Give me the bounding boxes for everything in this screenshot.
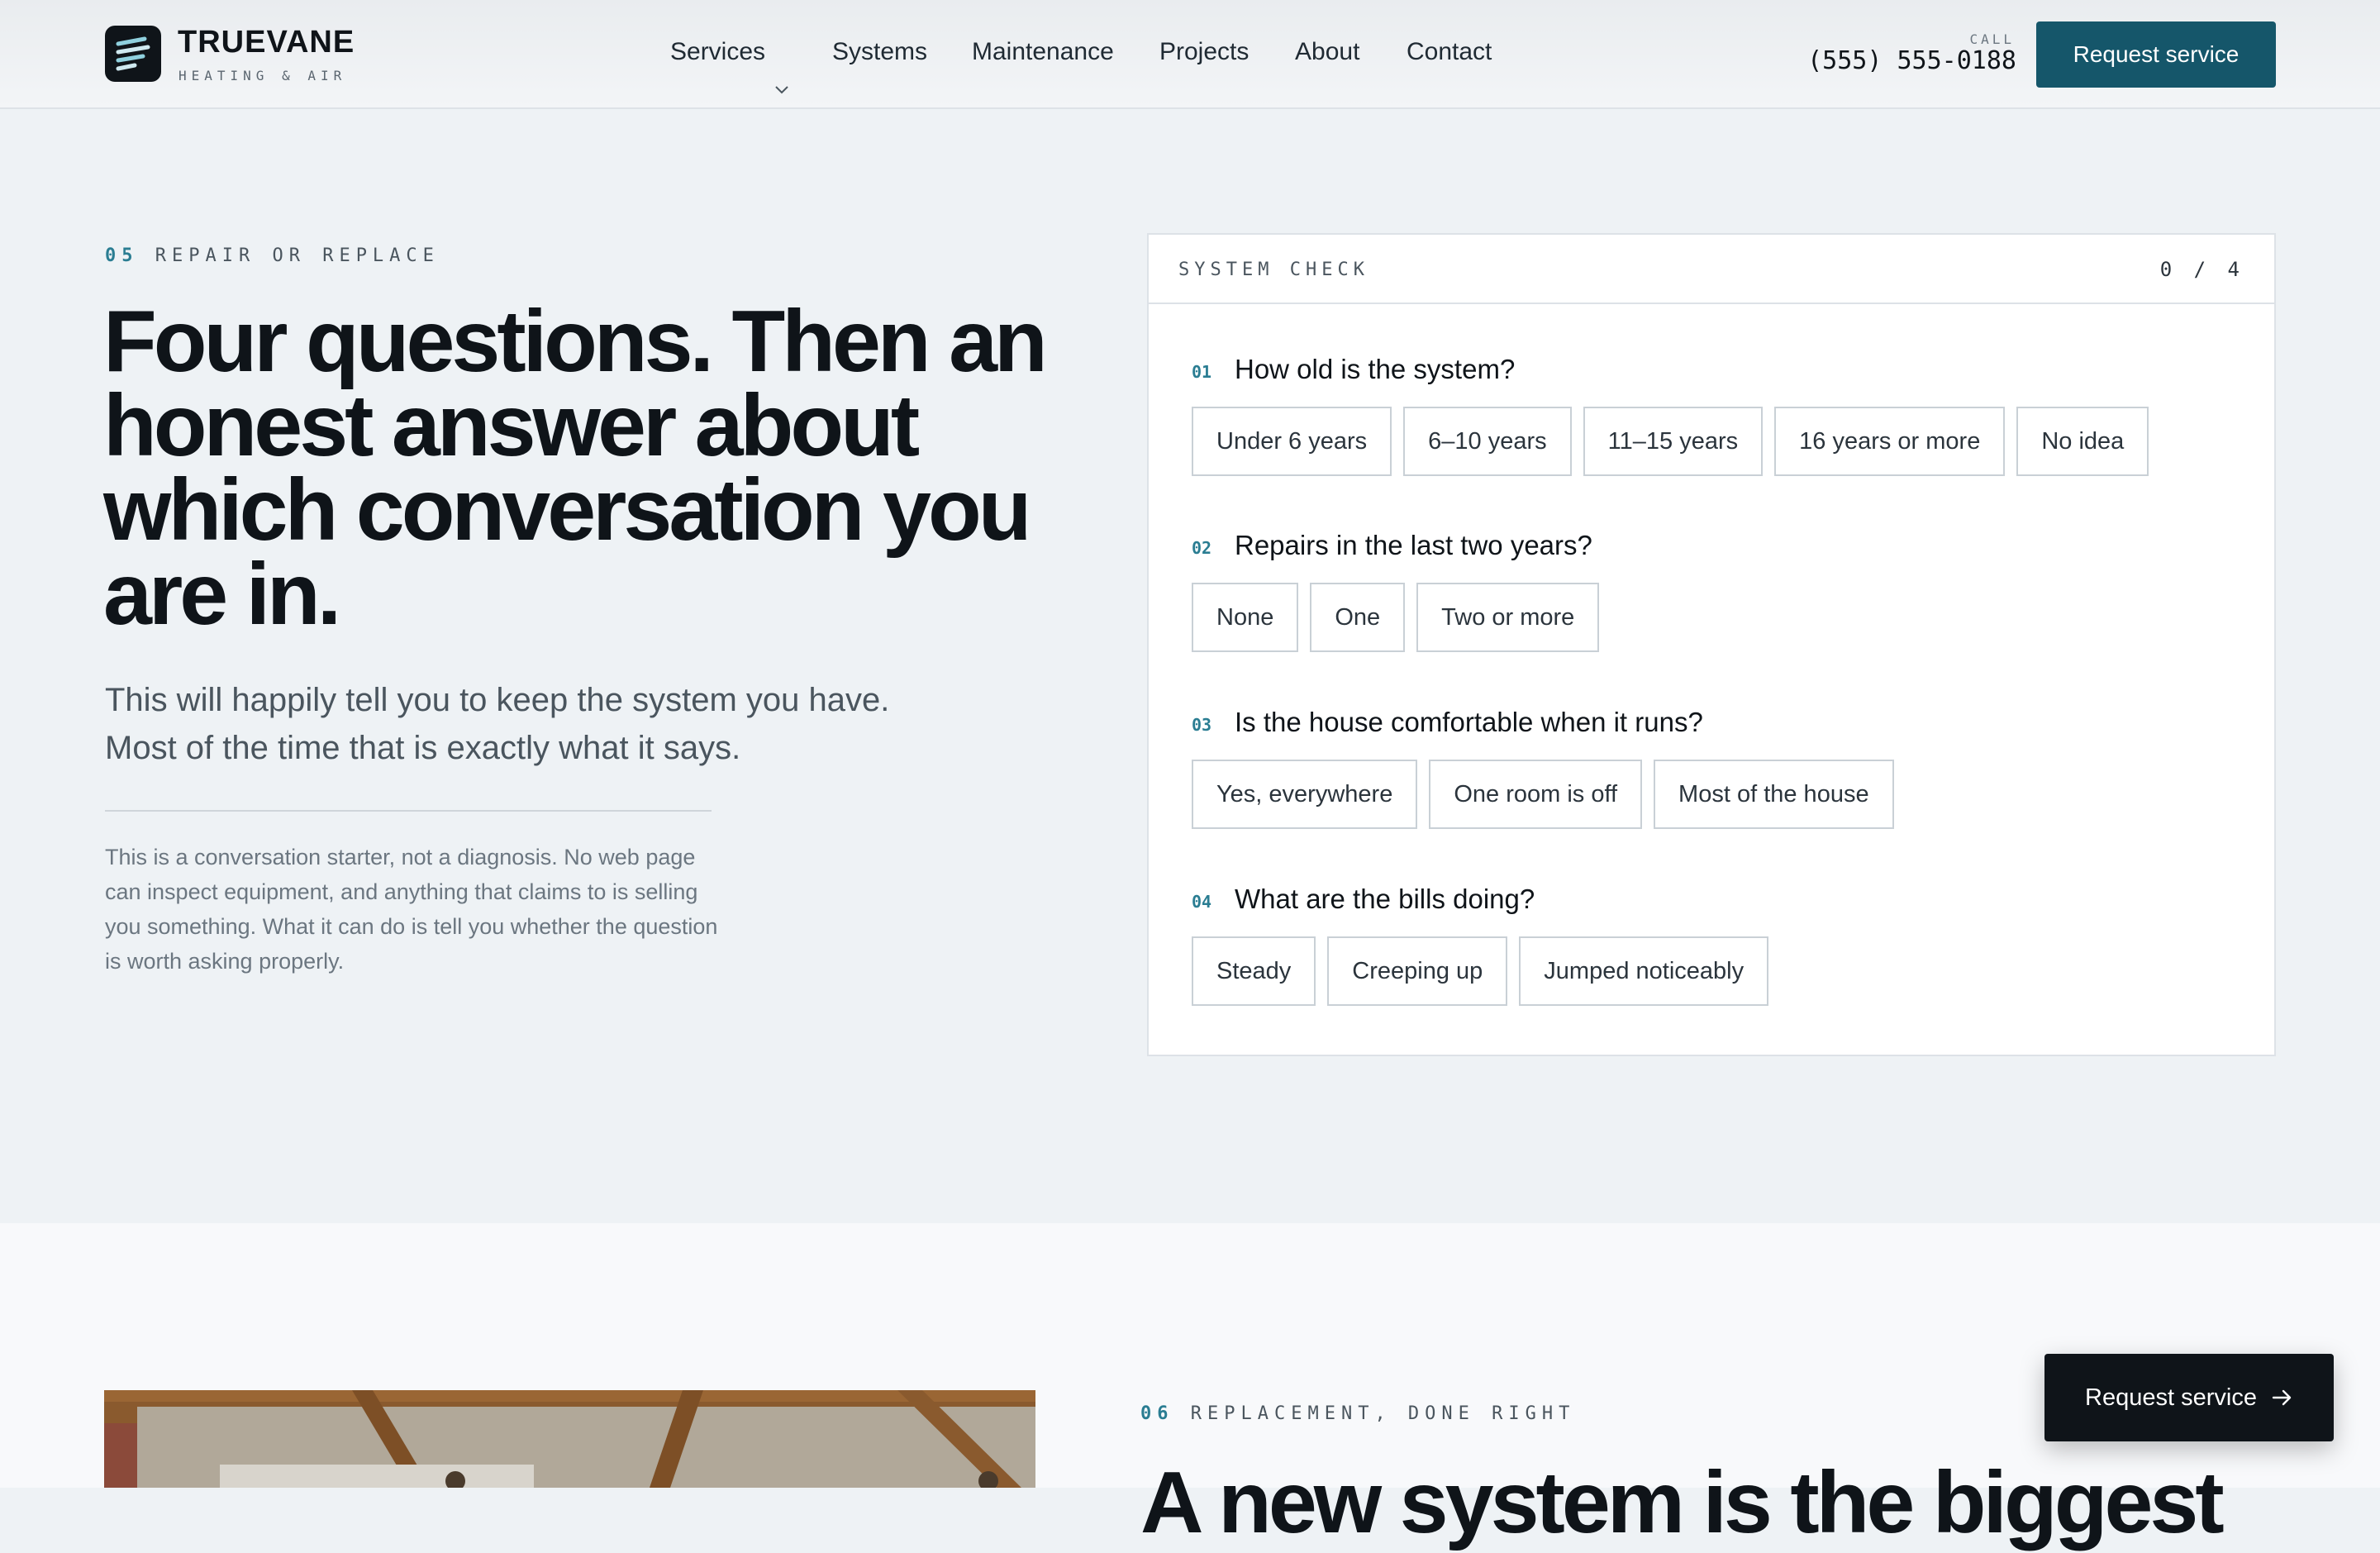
nav-projects[interactable]: Projects [1159,38,1249,66]
option-two-or-more[interactable]: Two or more [1416,583,1600,652]
option-yes-everywhere[interactable]: Yes, everywhere [1192,760,1418,829]
floating-request-service-button[interactable]: Request service [2044,1354,2334,1441]
progress-counter: 0 / 4 [2159,258,2244,281]
option-group: Under 6 years 6–10 years 11–15 years 16 … [1192,407,2149,476]
eyebrow-label: REPAIR OR REPLACE [155,245,440,266]
arrow-right-icon [2272,1389,2292,1406]
nav-maintenance[interactable]: Maintenance [972,38,1114,66]
option-one[interactable]: One [1310,583,1406,652]
question-text: Repairs in the last two years? [1235,530,1592,560]
divider [105,810,712,812]
option-group: Yes, everywhere One room is off Most of … [1192,760,1894,829]
nav-systems[interactable]: Systems [832,38,927,66]
option-creeping-up[interactable]: Creeping up [1327,936,1508,1006]
logo-icon[interactable] [105,26,161,82]
option-11-15-years[interactable]: 11–15 years [1583,407,1764,476]
option-steady[interactable]: Steady [1192,936,1316,1006]
question-number: 02 [1192,538,1212,558]
option-most-of-the-house[interactable]: Most of the house [1654,760,1894,829]
brand-name[interactable]: TRUEVANE [178,25,355,60]
section-eyebrow: 05 REPAIR OR REPLACE [105,245,440,266]
floating-cta-label: Request service [2085,1384,2257,1411]
option-group: Steady Creeping up Jumped noticeably [1192,936,1769,1006]
call-label: CALL [1969,31,2015,47]
question-text: Is the house comfortable when it runs? [1235,707,1703,737]
page-title: Four questions. Then an honest answer ab… [103,293,1048,643]
section-title: A new system is the biggest [1140,1454,2225,1551]
option-one-room-is-off[interactable]: One room is off [1429,760,1643,829]
question-number: 04 [1192,892,1212,912]
site-header: TRUEVANE HEATING & AIR Services Systems … [0,0,2380,109]
brand-tagline: HEATING & AIR [178,68,347,83]
chevron-down-icon[interactable] [774,85,789,95]
request-service-button[interactable]: Request service [2036,21,2276,88]
panel-header: SYSTEM CHECK 0 / 4 [1149,235,2274,304]
option-under-6-years[interactable]: Under 6 years [1192,407,1392,476]
eyebrow-label: REPLACEMENT, DONE RIGHT [1190,1403,1576,1424]
question-number: 03 [1192,715,1212,735]
phone-number[interactable]: (555) 555-0188 [1807,46,2016,75]
option-jumped-noticeably[interactable]: Jumped noticeably [1519,936,1769,1006]
system-check-panel: SYSTEM CHECK 0 / 4 01 How old is the sys… [1147,233,2276,1056]
question-text: What are the bills doing? [1235,884,1535,914]
option-6-10-years[interactable]: 6–10 years [1403,407,1572,476]
project-photo [104,1390,1035,1488]
eyebrow-number: 06 [1140,1403,1174,1424]
question-text: How old is the system? [1235,354,1516,384]
eyebrow-number: 05 [105,245,139,266]
option-group: None One Two or more [1192,583,1600,652]
option-none[interactable]: None [1192,583,1299,652]
option-16-years-or-more[interactable]: 16 years or more [1774,407,2006,476]
option-no-idea[interactable]: No idea [2016,407,2149,476]
nav-services[interactable]: Services [670,38,765,66]
question-number: 01 [1192,362,1212,382]
intro-lede: This will happily tell you to keep the s… [105,682,890,766]
panel-title: SYSTEM CHECK [1178,260,1369,280]
section-eyebrow: 06 REPLACEMENT, DONE RIGHT [1140,1403,1575,1424]
nav-about[interactable]: About [1295,38,1359,66]
disclaimer-text: This is a conversation starter, not a di… [105,845,718,974]
nav-contact[interactable]: Contact [1407,38,1492,66]
